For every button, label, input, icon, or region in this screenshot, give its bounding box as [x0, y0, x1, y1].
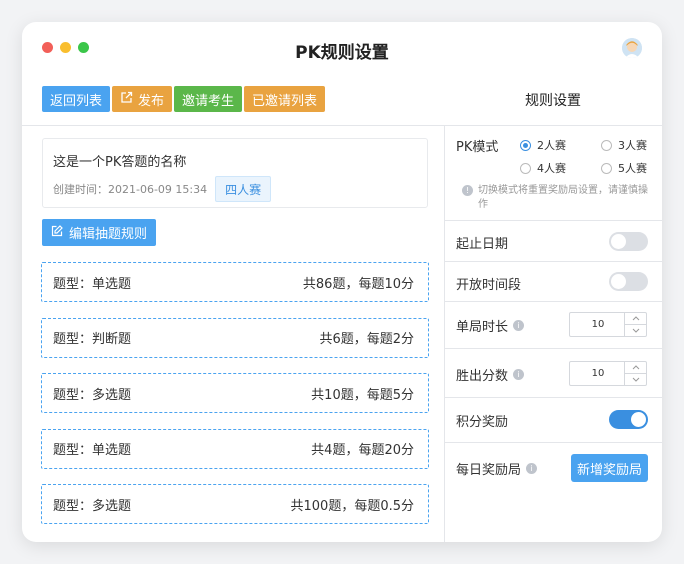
round-time-value[interactable]: 10	[570, 313, 626, 336]
win-score-label: 胜出分数	[456, 369, 509, 384]
rules-panel: PK模式 2人赛 3人赛 4人赛 5人赛 ! 切换模式将重置奖励局设置，请谨慎操…	[445, 126, 662, 493]
radio-label: 3人赛	[618, 139, 647, 152]
increment-button[interactable]	[625, 362, 646, 374]
window-title: PK规则设置	[295, 43, 389, 63]
radio-5-players[interactable]: 5人赛	[601, 160, 647, 176]
pk-info-card: 这是一个PK答题的名称 创建时间：2021-06-09 15:34 四人赛	[42, 138, 428, 208]
chevron-down-icon	[632, 377, 639, 382]
open-time-row: 开放时间段	[445, 262, 662, 302]
daily-reward-label: 每日奖励局	[456, 463, 522, 478]
win-score-value[interactable]: 10	[570, 362, 626, 385]
win-score-label-wrap: 胜出分数 i	[456, 365, 525, 384]
round-time-label-wrap: 单局时长 i	[456, 316, 525, 335]
radio-unselected-icon	[601, 139, 612, 151]
radio-2-players[interactable]: 2人赛	[520, 137, 566, 153]
pk-mode-label: PK模式	[456, 140, 499, 155]
created-time: 创建时间：2021-06-09 15:34	[53, 183, 208, 196]
points-reward-row: 积分奖励	[445, 398, 662, 443]
pk-mode-row: PK模式 2人赛 3人赛 4人赛 5人赛 ! 切换模式将重置奖励局设置，请谨慎操…	[445, 126, 662, 221]
question-count: 共4题，每题20分	[311, 443, 414, 458]
question-type-item[interactable]: 题型：判断题 共6题，每题2分	[41, 317, 429, 358]
points-reward-toggle[interactable]	[609, 410, 648, 429]
question-type-list: 题型：单选题 共86题，每题10分 题型：判断题 共6题，每题2分 题型：多选题…	[41, 262, 429, 540]
win-score-row: 胜出分数 i 10	[445, 349, 662, 398]
help-icon[interactable]: i	[513, 320, 525, 331]
question-type: 题型：多选题	[53, 387, 132, 403]
radio-label: 5人赛	[618, 162, 647, 175]
win-score-stepper[interactable]: 10	[569, 361, 647, 386]
radio-4-players[interactable]: 4人赛	[520, 160, 566, 176]
rules-panel-title: 规则设置	[525, 93, 581, 109]
open-time-label: 开放时间段	[456, 278, 522, 293]
daily-reward-row: 每日奖励局 i 新增奖励局	[445, 443, 662, 493]
question-type: 题型：多选题	[53, 498, 132, 514]
question-count: 共100题，每题0.5分	[290, 498, 415, 514]
chevron-down-icon	[632, 328, 639, 333]
radio-label: 4人赛	[537, 162, 566, 175]
add-reward-round-button[interactable]: 新增奖励局	[570, 454, 648, 482]
round-time-stepper[interactable]: 10	[569, 312, 647, 337]
date-range-toggle[interactable]	[609, 232, 648, 251]
daily-reward-label-wrap: 每日奖励局 i	[456, 459, 538, 478]
publish-label: 发布	[138, 93, 165, 109]
open-time-toggle[interactable]	[609, 272, 648, 291]
mode-hint: ! 切换模式将重置奖励局设置，请谨慎操作	[462, 184, 652, 212]
invited-list-label: 已邀请列表	[252, 93, 318, 109]
help-icon[interactable]: i	[513, 369, 525, 380]
question-type-item[interactable]: 题型：多选题 共100题，每题0.5分	[41, 484, 429, 524]
edit-draw-rules-label: 编辑抽题规则	[69, 227, 148, 242]
publish-button[interactable]: 发布	[112, 86, 173, 112]
question-type: 题型：单选题	[53, 443, 132, 458]
date-range-label: 起止日期	[456, 237, 509, 252]
radio-unselected-icon	[520, 162, 531, 174]
question-type-item[interactable]: 题型：单选题 共4题，每题20分	[41, 428, 429, 469]
question-count: 共6题，每题2分	[319, 332, 414, 347]
edit-draw-rules-button[interactable]: 编辑抽题规则	[42, 219, 157, 246]
pk-name: 这是一个PK答题的名称	[53, 155, 187, 170]
radio-label: 2人赛	[537, 139, 566, 152]
toolbar: 返回列表 发布 邀请考生 已邀请列表	[42, 86, 326, 112]
radio-selected-icon	[520, 139, 531, 151]
external-link-icon	[120, 91, 133, 108]
user-avatar-icon[interactable]	[622, 38, 642, 58]
back-to-list-button[interactable]: 返回列表	[42, 86, 111, 112]
radio-3-players[interactable]: 3人赛	[601, 137, 647, 153]
question-type: 题型：判断题	[53, 332, 132, 347]
app-window: PK规则设置 返回列表 发布 邀请考生 已邀请列表 规则设置 这是一个PK答题的…	[22, 22, 662, 542]
back-to-list-label: 返回列表	[50, 93, 103, 109]
chevron-up-icon	[632, 316, 639, 321]
round-time-label: 单局时长	[456, 320, 509, 335]
question-type: 题型：单选题	[53, 276, 132, 292]
question-type-item[interactable]: 题型：多选题 共10题，每题5分	[41, 373, 429, 413]
mode-badge: 四人赛	[215, 176, 272, 202]
question-type-item[interactable]: 题型：单选题 共86题，每题10分	[41, 262, 429, 302]
invite-examinee-label: 邀请考生	[182, 93, 235, 109]
chevron-up-icon	[632, 365, 639, 370]
round-time-row: 单局时长 i 10	[445, 302, 662, 349]
date-range-row: 起止日期	[445, 221, 662, 262]
radio-unselected-icon	[601, 162, 612, 174]
title-bar: PK规则设置	[22, 22, 662, 78]
question-count: 共86题，每题10分	[302, 276, 414, 292]
info-icon: !	[462, 185, 473, 196]
mode-hint-text: 切换模式将重置奖励局设置，请谨慎操作	[478, 185, 648, 210]
decrement-button[interactable]	[625, 325, 646, 337]
decrement-button[interactable]	[625, 374, 646, 386]
help-icon[interactable]: i	[526, 463, 538, 474]
edit-icon	[51, 224, 63, 241]
invited-list-button[interactable]: 已邀请列表	[244, 86, 326, 112]
increment-button[interactable]	[625, 313, 646, 325]
points-reward-label: 积分奖励	[456, 415, 509, 430]
invite-examinee-button[interactable]: 邀请考生	[174, 86, 243, 112]
question-count: 共10题，每题5分	[311, 387, 414, 403]
